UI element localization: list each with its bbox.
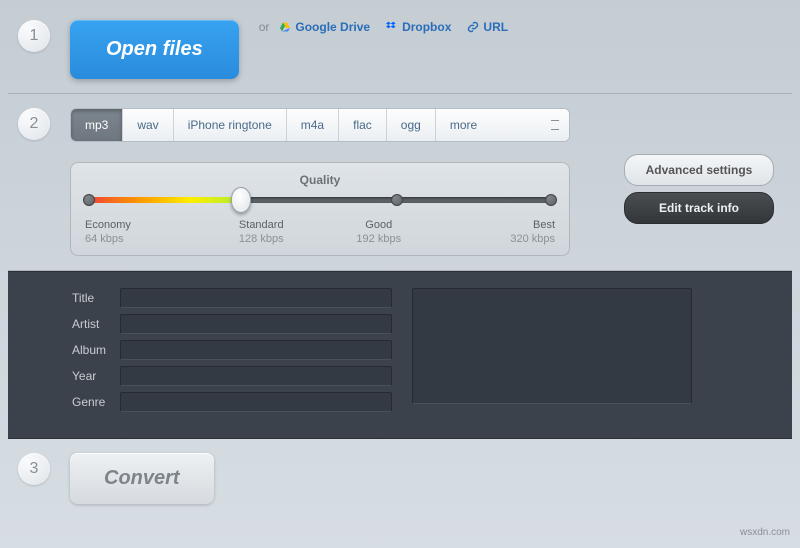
- link-icon: [467, 21, 479, 33]
- dropbox-icon: [386, 21, 398, 33]
- google-drive-link[interactable]: Google Drive: [279, 20, 370, 34]
- watermark: wsxdn.com: [740, 527, 790, 538]
- edit-track-info-button[interactable]: Edit track info: [624, 192, 774, 224]
- quality-level-economy: Economy64 kbps: [85, 219, 203, 245]
- format-tab-wav[interactable]: wav: [123, 109, 173, 141]
- quality-level-best: Best320 kbps: [438, 219, 556, 245]
- quality-slider[interactable]: [89, 195, 551, 205]
- slider-tick-good[interactable]: [391, 194, 403, 206]
- format-tab-mp3[interactable]: mp3: [71, 109, 123, 141]
- advanced-settings-button[interactable]: Advanced settings: [624, 154, 774, 186]
- field-row-album: Album: [72, 340, 392, 360]
- format-tab-more[interactable]: more: [436, 109, 569, 141]
- quality-labels: Economy64 kbpsStandard128 kbpsGood192 kb…: [85, 219, 555, 245]
- url-link[interactable]: URL: [467, 20, 508, 34]
- field-label-year: Year: [72, 369, 120, 383]
- step-number-3: 3: [18, 453, 50, 485]
- field-input-year[interactable]: [120, 366, 392, 386]
- field-label-title: Title: [72, 291, 120, 305]
- track-info-panel: Title Artist Album Year Genre: [8, 271, 792, 439]
- or-label: or: [259, 20, 270, 34]
- convert-button[interactable]: Convert: [70, 453, 214, 504]
- field-input-title[interactable]: [120, 288, 392, 308]
- quality-panel: Quality Economy64 kbpsStandard128 kbpsGo…: [70, 162, 570, 256]
- url-label: URL: [483, 20, 508, 34]
- source-links: or Google Drive Dropbox URL: [257, 20, 516, 34]
- field-label-artist: Artist: [72, 317, 120, 331]
- field-label-album: Album: [72, 343, 120, 357]
- field-input-album[interactable]: [120, 340, 392, 360]
- slider-tick-economy[interactable]: [83, 194, 95, 206]
- google-drive-icon: [279, 21, 291, 33]
- field-input-genre[interactable]: [120, 392, 392, 412]
- step-2: 2 mp3waviPhone ringtonem4aflacoggmore Qu…: [8, 94, 792, 271]
- format-tabs: mp3waviPhone ringtonem4aflacoggmore: [70, 108, 570, 142]
- slider-thumb[interactable]: [231, 187, 251, 213]
- album-art-field[interactable]: [412, 288, 692, 404]
- field-row-genre: Genre: [72, 392, 392, 412]
- step-number-1: 1: [18, 20, 50, 52]
- format-tab-m4a[interactable]: m4a: [287, 109, 339, 141]
- dropbox-label: Dropbox: [402, 20, 451, 34]
- field-row-title: Title: [72, 288, 392, 308]
- dropbox-link[interactable]: Dropbox: [386, 20, 451, 34]
- step-3: 3 Convert: [8, 439, 792, 518]
- format-tab-flac[interactable]: flac: [339, 109, 387, 141]
- field-row-year: Year: [72, 366, 392, 386]
- slider-tick-best[interactable]: [545, 194, 557, 206]
- field-row-artist: Artist: [72, 314, 392, 334]
- format-tab-iphone-ringtone[interactable]: iPhone ringtone: [174, 109, 287, 141]
- google-drive-label: Google Drive: [295, 20, 370, 34]
- step-number-2: 2: [18, 108, 50, 140]
- field-input-artist[interactable]: [120, 314, 392, 334]
- quality-level-good: Good192 kbps: [320, 219, 438, 245]
- step-1: 1 Open files or Google Drive Dropbox UR: [8, 6, 792, 94]
- field-label-genre: Genre: [72, 395, 120, 409]
- quality-level-standard: Standard128 kbps: [203, 219, 321, 245]
- format-tab-ogg[interactable]: ogg: [387, 109, 436, 141]
- quality-title: Quality: [85, 173, 555, 187]
- open-files-button[interactable]: Open files: [70, 20, 239, 79]
